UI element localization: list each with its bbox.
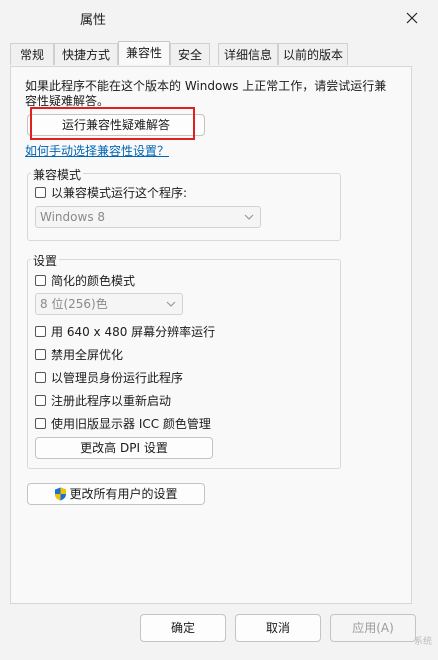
reduced-color-label: 简化的颜色模式 <box>51 274 136 288</box>
register-restart-checkbox[interactable]: 注册此程序以重新启动 <box>35 392 171 409</box>
checkbox-box[interactable] <box>35 349 46 360</box>
os-select[interactable]: Windows 8 <box>35 206 261 228</box>
cancel-button[interactable]: 取消 <box>235 614 321 642</box>
checkbox-box[interactable] <box>35 187 46 198</box>
window-title: 属性 <box>80 13 107 28</box>
ok-button[interactable]: 确定 <box>140 614 226 642</box>
checkbox-box[interactable] <box>35 326 46 337</box>
tab-general[interactable]: 常规 <box>10 43 54 65</box>
compat-mode-label: 兼容模式 <box>31 166 84 183</box>
shield-icon <box>55 487 67 501</box>
tab-details[interactable]: 详细信息 <box>218 43 278 65</box>
compat-mode-checkbox[interactable]: 以兼容模式运行这个程序: <box>35 184 187 201</box>
apply-button[interactable]: 应用(A) <box>330 614 416 642</box>
os-select-value: Windows 8 <box>40 210 106 224</box>
run-admin-checkbox[interactable]: 以管理员身份运行此程序 <box>35 369 183 386</box>
checkbox-box[interactable] <box>35 395 46 406</box>
legacy-icc-checkbox[interactable]: 使用旧版显示器 ICC 颜色管理 <box>35 415 211 432</box>
disable-fullscreen-checkbox[interactable]: 禁用全屏优化 <box>35 346 123 363</box>
close-icon <box>406 12 418 24</box>
disable-fullscreen-label: 禁用全屏优化 <box>51 348 124 362</box>
highlight-box <box>30 107 195 140</box>
run-640-label: 用 640 x 480 屏幕分辨率运行 <box>51 325 216 339</box>
checkbox-box[interactable] <box>35 275 46 286</box>
close-button[interactable] <box>400 6 424 30</box>
legacy-icc-label: 使用旧版显示器 ICC 颜色管理 <box>51 417 211 431</box>
run-640-checkbox[interactable]: 用 640 x 480 屏幕分辨率运行 <box>35 323 215 340</box>
chevron-down-icon <box>166 301 176 307</box>
register-restart-label: 注册此程序以重新启动 <box>51 394 172 408</box>
tab-security[interactable]: 安全 <box>170 43 210 65</box>
color-depth-select[interactable]: 8 位(256)色 <box>35 293 183 315</box>
compatibility-panel: 如果此程序不能在这个版本的 Windows 上正常工作，请尝试运行兼容性疑难解答… <box>10 66 412 604</box>
manual-settings-link[interactable]: 如何手动选择兼容性设置？ <box>25 142 169 159</box>
color-depth-value: 8 位(256)色 <box>40 297 108 311</box>
run-admin-label: 以管理员身份运行此程序 <box>51 371 184 385</box>
checkbox-box[interactable] <box>35 418 46 429</box>
tab-shortcut[interactable]: 快捷方式 <box>54 43 118 65</box>
compat-mode-checkbox-label: 以兼容模式运行这个程序: <box>51 186 188 200</box>
change-all-users-button[interactable]: 更改所有用户的设置 <box>27 483 205 505</box>
settings-label: 设置 <box>31 252 60 269</box>
title-bar: 属性 <box>0 0 438 36</box>
watermark-text: 系统 <box>413 637 432 647</box>
intro-text: 如果此程序不能在这个版本的 Windows 上正常工作，请尝试运行兼容性疑难解答… <box>25 79 387 108</box>
reduced-color-checkbox[interactable]: 简化的颜色模式 <box>35 272 135 289</box>
tab-previous-versions[interactable]: 以前的版本 <box>278 43 348 65</box>
tab-compatibility[interactable]: 兼容性 <box>118 41 170 65</box>
checkbox-box[interactable] <box>35 372 46 383</box>
chevron-down-icon <box>244 214 254 220</box>
change-dpi-button[interactable]: 更改高 DPI 设置 <box>35 437 213 459</box>
change-all-users-label: 更改所有用户的设置 <box>69 487 178 501</box>
